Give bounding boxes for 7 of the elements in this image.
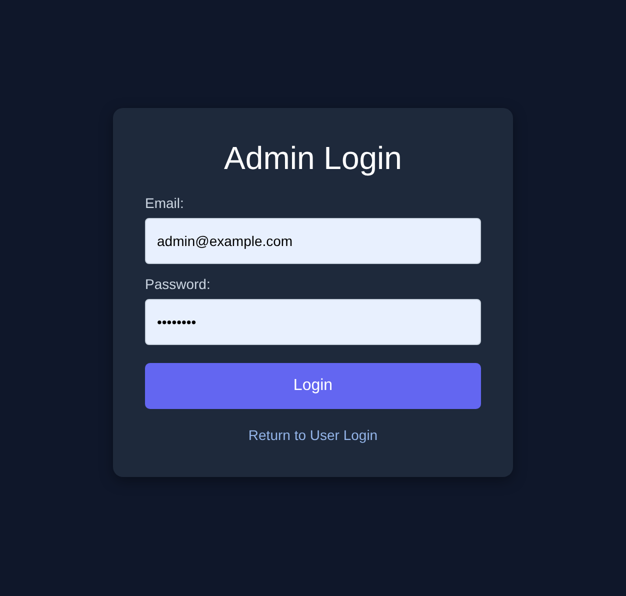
input-field[interactable]: admin@example.com: [145, 218, 481, 264]
login-button[interactable]: Login: [145, 363, 481, 409]
field-label: Password:: [145, 276, 210, 292]
input-field[interactable]: ••••••••: [145, 299, 481, 345]
field-label: Email:: [145, 195, 184, 211]
login-title: Admin Login: [224, 140, 402, 177]
return-link[interactable]: Return to User Login: [248, 427, 378, 443]
